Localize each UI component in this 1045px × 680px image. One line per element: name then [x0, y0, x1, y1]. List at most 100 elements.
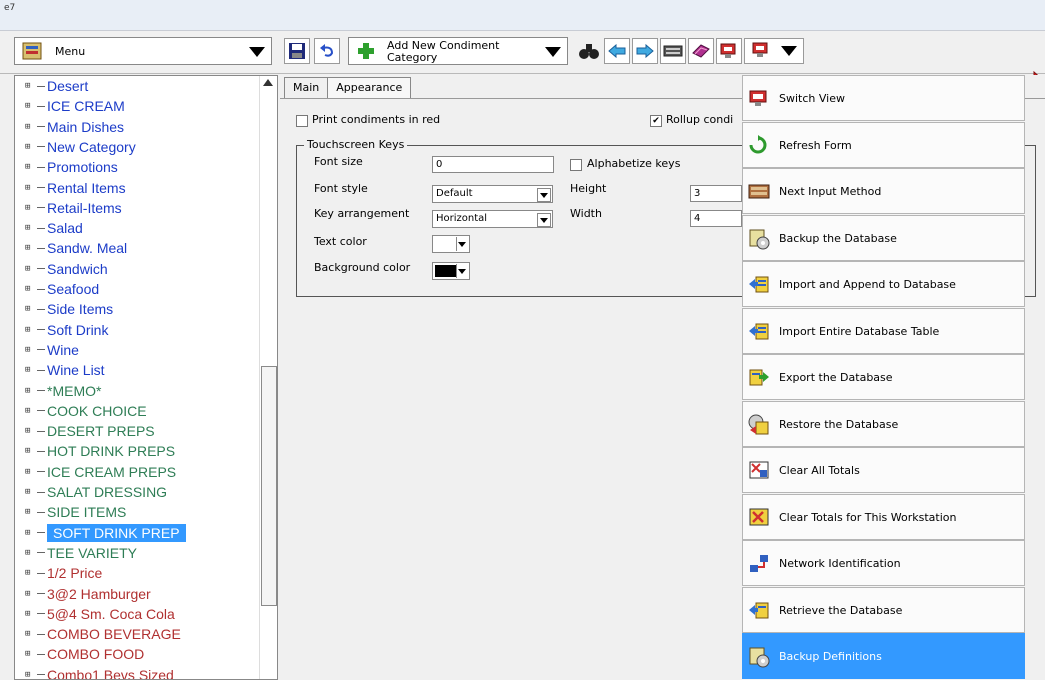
expand-icon[interactable]: ⊞ [25, 203, 35, 213]
expand-icon[interactable]: ⊞ [25, 568, 35, 578]
tree-item[interactable]: ⊞ Wine List [15, 360, 105, 380]
chevron-down-icon[interactable] [249, 47, 265, 57]
chevron-down-icon[interactable] [545, 47, 561, 57]
category-tree[interactable]: ⊞ Desert ⊞ ICE CREAM ⊞ Main Dishes ⊞ New Catego… [14, 75, 278, 680]
expand-icon[interactable]: ⊞ [25, 528, 35, 538]
expand-icon[interactable]: ⊞ [25, 386, 35, 396]
tree-item[interactable]: ⊞ Sandwich [15, 259, 108, 279]
background-color-picker[interactable] [432, 262, 470, 280]
chevron-down-icon[interactable] [537, 213, 551, 227]
expand-icon[interactable]: ⊞ [25, 183, 35, 193]
expand-icon[interactable]: ⊞ [25, 284, 35, 294]
tree-item[interactable]: ⊞ *MEMO* [15, 381, 101, 401]
book-button[interactable] [688, 38, 714, 64]
tree-item[interactable]: ⊞ 1/2 Price [15, 563, 102, 583]
expand-icon[interactable]: ⊞ [25, 629, 35, 639]
tree-item[interactable]: ⊞ Combo1 Bevs Sized [15, 665, 174, 679]
tree-item[interactable]: ⊞ 5@4 Sm. Coca Cola [15, 604, 175, 624]
menu-item[interactable]: Backup the Database [742, 214, 1025, 261]
expand-icon[interactable]: ⊞ [25, 81, 35, 91]
text-color-picker[interactable] [432, 235, 470, 253]
menu-item[interactable]: Import Entire Database Table [742, 307, 1025, 354]
alphabetize-checkbox[interactable] [570, 159, 582, 171]
tree-item[interactable]: ⊞ COMBO BEVERAGE [15, 624, 181, 644]
tree-item[interactable]: ⊞ HOT DRINK PREPS [15, 441, 175, 461]
expand-icon[interactable]: ⊞ [25, 487, 35, 497]
tree-item[interactable]: ⊞ SIDE ITEMS [15, 502, 126, 522]
expand-icon[interactable]: ⊞ [25, 101, 35, 111]
add-condiment-category-button[interactable]: Add New Condiment Category [348, 37, 568, 65]
previous-button[interactable] [604, 38, 630, 64]
tree-item[interactable]: ⊞ Main Dishes [15, 117, 124, 137]
tree-item[interactable]: ⊞ Desert [15, 76, 88, 96]
chevron-down-icon[interactable] [456, 264, 468, 278]
tab-appearance[interactable]: Appearance [327, 77, 412, 98]
next-button[interactable] [632, 38, 658, 64]
tree-item[interactable]: ⊞ TEE VARIETY [15, 543, 137, 563]
tree-item[interactable]: ⊞ Sandw. Meal [15, 238, 127, 258]
expand-icon[interactable]: ⊞ [25, 243, 35, 253]
expand-icon[interactable]: ⊞ [25, 122, 35, 132]
menu-item[interactable]: Clear Totals for This Workstation [742, 493, 1025, 540]
menu-item[interactable]: Import and Append to Database [742, 261, 1025, 307]
tree-item[interactable]: ⊞ DESERT PREPS [15, 421, 155, 441]
tree-item[interactable]: ⊞ Rental Items [15, 178, 126, 198]
tree-item[interactable]: ⊞ Retail-Items [15, 198, 122, 218]
expand-icon[interactable]: ⊞ [25, 467, 35, 477]
tree-item[interactable]: ⊞ Wine [15, 340, 79, 360]
chevron-down-icon[interactable] [456, 237, 468, 251]
tree-item[interactable]: ⊞ ICE CREAM [15, 96, 125, 116]
menu-item[interactable]: Switch View [742, 75, 1025, 121]
menu-item[interactable]: Network Identification [742, 540, 1025, 586]
expand-icon[interactable]: ⊞ [25, 670, 35, 679]
tab-main[interactable]: Main [284, 77, 329, 98]
expand-icon[interactable]: ⊞ [25, 609, 35, 619]
height-input[interactable]: 3 [690, 185, 742, 202]
tools-menu-button[interactable] [744, 38, 804, 64]
tree-item[interactable]: ⊞ Promotions [15, 157, 118, 177]
expand-icon[interactable]: ⊞ [25, 589, 35, 599]
scroll-up-icon[interactable] [263, 79, 273, 86]
tree-item[interactable]: ⊞ 3@2 Hamburger [15, 584, 151, 604]
expand-icon[interactable]: ⊞ [25, 162, 35, 172]
expand-icon[interactable]: ⊞ [25, 345, 35, 355]
chevron-down-icon[interactable] [537, 188, 551, 202]
tree-scrollbar[interactable] [259, 76, 277, 679]
tree-item[interactable]: ⊞ Soft Drink [15, 320, 108, 340]
switch-view-button[interactable] [716, 38, 742, 64]
expand-icon[interactable]: ⊞ [25, 142, 35, 152]
menu-item[interactable]: Clear All Totals [742, 447, 1025, 493]
tree-item[interactable]: ⊞ Seafood [15, 279, 99, 299]
keyboard-button[interactable] [660, 38, 686, 64]
menu-item[interactable]: Restore the Database [742, 400, 1025, 447]
expand-icon[interactable]: ⊞ [25, 325, 35, 335]
menu-item[interactable]: Refresh Form [742, 121, 1025, 168]
tree-item[interactable]: ⊞ SOFT DRINK PREP [15, 523, 186, 543]
expand-icon[interactable]: ⊞ [25, 426, 35, 436]
menu-item[interactable]: Next Input Method [742, 168, 1025, 214]
tree-item[interactable]: ⊞ COMBO FOOD [15, 644, 144, 664]
tree-item[interactable]: ⊞ Side Items [15, 299, 113, 319]
tree-item[interactable]: ⊞ COOK CHOICE [15, 401, 147, 421]
key-arrangement-select[interactable]: Horizontal [432, 210, 553, 228]
find-button[interactable] [576, 38, 602, 64]
expand-icon[interactable]: ⊞ [25, 264, 35, 274]
rollup-checkbox[interactable]: ✔ [650, 115, 662, 127]
font-size-input[interactable]: 0 [432, 156, 554, 173]
expand-icon[interactable]: ⊞ [25, 507, 35, 517]
menu-item[interactable]: Backup Definitions [742, 633, 1025, 679]
tree-item[interactable]: ⊞ Salad [15, 218, 83, 238]
print-red-checkbox[interactable] [296, 115, 308, 127]
scroll-thumb[interactable] [261, 366, 277, 606]
save-button[interactable] [284, 38, 310, 64]
expand-icon[interactable]: ⊞ [25, 304, 35, 314]
tree-item[interactable]: ⊞ ICE CREAM PREPS [15, 462, 176, 482]
expand-icon[interactable]: ⊞ [25, 446, 35, 456]
menu-select[interactable]: Menu [14, 37, 272, 65]
tree-item[interactable]: ⊞ SALAT DRESSING [15, 482, 167, 502]
width-input[interactable]: 4 [690, 210, 742, 227]
expand-icon[interactable]: ⊞ [25, 365, 35, 375]
expand-icon[interactable]: ⊞ [25, 548, 35, 558]
font-style-select[interactable]: Default [432, 185, 553, 203]
undo-button[interactable] [314, 38, 340, 64]
